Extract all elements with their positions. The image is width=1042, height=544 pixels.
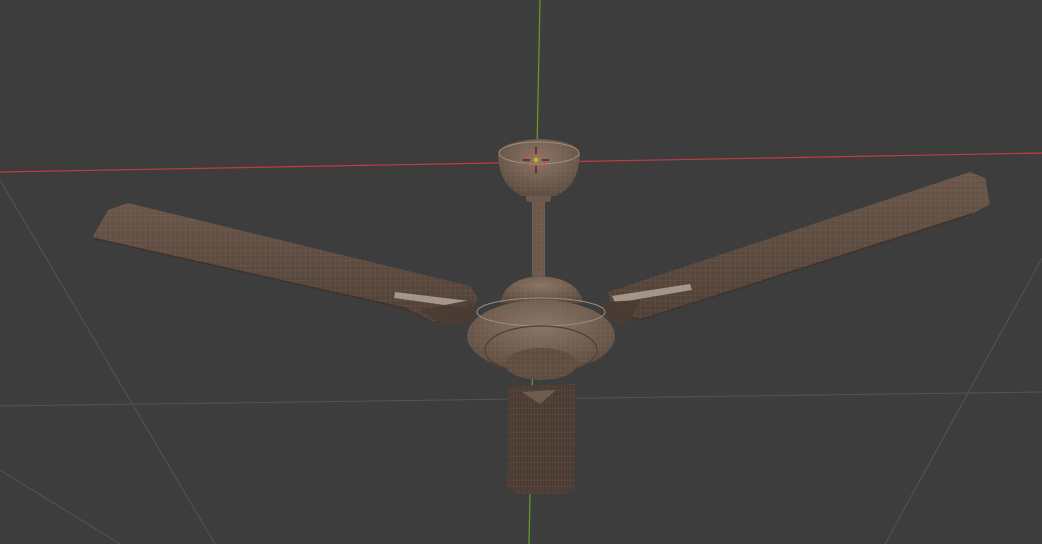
viewport-canvas[interactable] (0, 0, 1042, 544)
fan-blade-front[interactable] (507, 384, 576, 494)
fan-blade-right[interactable] (600, 172, 990, 326)
3d-viewport[interactable] (0, 0, 1042, 544)
origin-point (533, 157, 539, 163)
fan-downrod[interactable] (526, 194, 551, 276)
fan-motor-housing[interactable] (467, 276, 615, 380)
fan-canopy[interactable] (498, 139, 580, 196)
fan-blade-left[interactable] (91, 203, 478, 325)
